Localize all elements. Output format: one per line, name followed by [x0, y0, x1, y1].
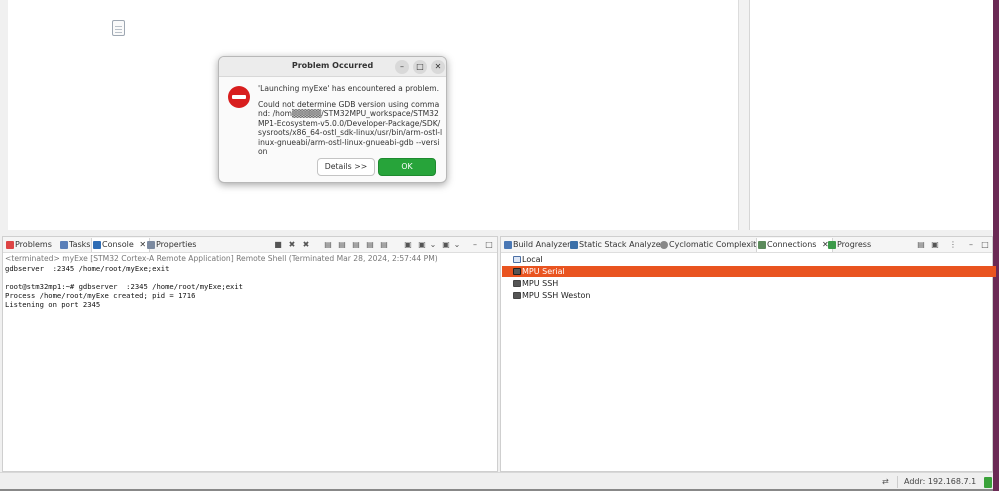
close-button[interactable]: ✕ — [431, 60, 445, 74]
stack-analyzer-icon — [570, 241, 578, 249]
connections-pane: Build Analyzer Static Stack Analyzer Cyc… — [500, 236, 996, 472]
dialog-title: Problem Occurred — [291, 61, 374, 70]
maximize-view-icon[interactable]: □ — [980, 240, 990, 250]
tab-label: Console — [102, 240, 134, 249]
serial-icon — [513, 268, 521, 275]
console-output[interactable]: gdbserver :2345 /home/root/myExe;exit ro… — [5, 264, 495, 309]
scroll-lock-icon[interactable]: ▤ — [337, 240, 347, 250]
error-icon — [228, 86, 250, 108]
tasks-icon — [60, 241, 68, 249]
collapse-all-icon[interactable]: ▤ — [916, 240, 926, 250]
connection-item[interactable]: MPU SSH Weston — [502, 290, 996, 301]
console-tabstrip: Problems Tasks Console ✕ Properties ■ ✖ … — [3, 237, 497, 253]
connections-icon — [758, 241, 766, 249]
tab-connections[interactable]: Connections ✕ — [756, 238, 833, 252]
dialog-message: 'Launching myExe' has encountered a prob… — [258, 84, 440, 93]
connection-item[interactable]: Local — [502, 254, 996, 265]
address-label: Addr: 192.168.7.1 — [904, 477, 977, 486]
ok-button[interactable]: OK — [378, 158, 436, 176]
clear-console-icon[interactable]: ▤ — [323, 240, 333, 250]
tab-label: Properties — [156, 240, 197, 249]
connection-item-selected[interactable]: MPU Serial — [502, 266, 996, 277]
tab-cyclomatic-complexity[interactable]: Cyclomatic Complexity — [659, 238, 761, 252]
tab-label: Connections — [767, 240, 817, 249]
show-on-error-icon[interactable]: ▤ — [379, 240, 389, 250]
remove-launch-icon[interactable]: ✖ — [287, 240, 297, 250]
tab-progress[interactable]: Progress — [827, 238, 871, 252]
outline-pane — [749, 0, 993, 230]
connection-label: MPU SSH Weston — [522, 291, 591, 300]
computer-icon — [513, 256, 521, 263]
problem-dialog: Problem Occurred – □ ✕ 'Launching myExe'… — [218, 56, 447, 183]
open-console-icon[interactable]: ▣ — [441, 240, 451, 250]
tab-label: Tasks — [69, 240, 91, 249]
pin-console-icon[interactable]: ▣ — [403, 240, 413, 250]
status-separator — [897, 476, 898, 488]
progress-icon — [828, 241, 836, 249]
tab-label: Progress — [837, 240, 872, 249]
link-editor-icon[interactable]: ▣ — [930, 240, 940, 250]
tab-properties[interactable]: Properties — [146, 238, 196, 252]
show-on-output-icon[interactable]: ▤ — [365, 240, 375, 250]
tab-build-analyzer[interactable]: Build Analyzer — [503, 238, 570, 252]
terminal-icon — [513, 280, 521, 287]
display-console-icon[interactable]: ▣ — [417, 240, 427, 250]
console-header: <terminated> myExe [STM32 Cortex-A Remot… — [5, 254, 438, 263]
chevron-down-icon[interactable]: ⌄ — [452, 240, 462, 250]
tab-label: Build Analyzer — [513, 240, 571, 249]
complexity-icon — [660, 241, 668, 249]
console-pane: Problems Tasks Console ✕ Properties ■ ✖ … — [2, 236, 498, 472]
word-wrap-icon[interactable]: ▤ — [351, 240, 361, 250]
dialog-detail: Could not determine GDB version using co… — [258, 100, 443, 157]
connection-label: Local — [522, 255, 543, 264]
properties-icon — [147, 241, 155, 249]
right-tabstrip: Build Analyzer Static Stack Analyzer Cyc… — [501, 237, 992, 253]
terminal-icon — [513, 292, 521, 299]
tab-label: Cyclomatic Complexity — [669, 240, 762, 249]
tab-label: Static Stack Analyzer — [579, 240, 664, 249]
tab-static-stack-analyzer[interactable]: Static Stack Analyzer — [569, 238, 664, 252]
minimize-view-icon[interactable]: – — [966, 240, 976, 250]
desktop-edge — [993, 0, 999, 491]
network-icon[interactable]: ⇄ — [882, 477, 889, 486]
remove-all-icon[interactable]: ✖ — [301, 240, 311, 250]
view-menu-icon[interactable]: ⋮ — [948, 240, 958, 250]
maximize-view-icon[interactable]: □ — [484, 240, 494, 250]
file-icon[interactable] — [112, 20, 125, 36]
close-icon[interactable]: ✕ — [139, 240, 146, 249]
minimize-view-icon[interactable]: – — [470, 240, 480, 250]
dialog-titlebar[interactable]: Problem Occurred – □ ✕ — [219, 57, 446, 77]
problems-icon — [6, 241, 14, 249]
tab-console[interactable]: Console ✕ — [91, 238, 151, 252]
connection-item[interactable]: MPU SSH — [502, 278, 996, 289]
editor-scroll-gutter — [739, 0, 749, 230]
details-button[interactable]: Details >> — [317, 158, 375, 176]
connection-status-icon[interactable] — [984, 477, 992, 488]
tab-problems[interactable]: Problems — [5, 238, 52, 252]
chevron-down-icon[interactable]: ⌄ — [428, 240, 438, 250]
connection-label: MPU SSH — [522, 279, 559, 288]
tab-tasks[interactable]: Tasks — [59, 238, 90, 252]
console-icon — [93, 241, 101, 249]
maximize-button[interactable]: □ — [413, 60, 427, 74]
minimize-button[interactable]: – — [395, 60, 409, 74]
tab-label: Problems — [15, 240, 52, 249]
terminate-icon[interactable]: ■ — [273, 240, 283, 250]
build-analyzer-icon — [504, 241, 512, 249]
connection-label: MPU Serial — [522, 267, 565, 276]
